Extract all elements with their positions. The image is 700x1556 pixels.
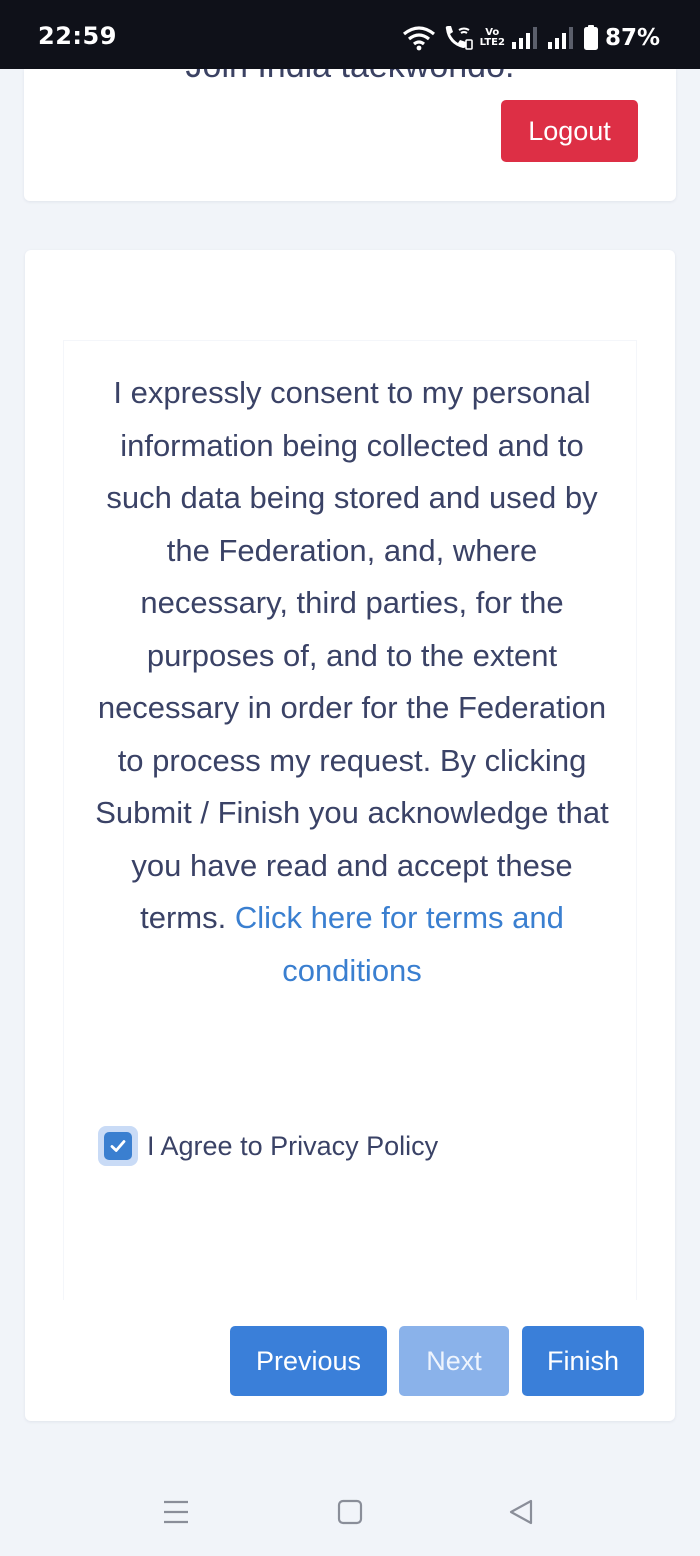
volte-label-bottom: LTE2 bbox=[479, 37, 505, 48]
status-time: 22:59 bbox=[38, 22, 117, 50]
battery-percent: 87% bbox=[604, 25, 660, 51]
agree-checkbox[interactable] bbox=[98, 1126, 138, 1166]
check-icon bbox=[110, 1140, 126, 1152]
home-icon[interactable] bbox=[337, 1498, 363, 1526]
status-bar: 22:59 Vo LTE2 87% bbox=[0, 0, 700, 69]
status-icons: Vo LTE2 87% bbox=[402, 22, 660, 54]
profile-card: Join India taekwondo. Logout bbox=[24, 69, 676, 201]
logout-button[interactable]: Logout bbox=[501, 100, 638, 162]
checkbox-fill bbox=[104, 1132, 132, 1160]
consent-card: I expressly consent to my personal infor… bbox=[25, 250, 675, 1421]
agree-row[interactable]: I Agree to Privacy Policy bbox=[98, 1126, 438, 1166]
volte-icon: Vo LTE2 bbox=[480, 28, 505, 48]
wifi-call-icon bbox=[445, 26, 473, 50]
agree-label[interactable]: I Agree to Privacy Policy bbox=[147, 1131, 438, 1162]
consent-text: I expressly consent to my personal infor… bbox=[92, 367, 612, 997]
system-nav-bar bbox=[0, 1470, 700, 1556]
previous-button[interactable]: Previous bbox=[230, 1326, 387, 1396]
battery-icon bbox=[583, 25, 598, 50]
wifi-icon bbox=[402, 26, 435, 51]
back-icon[interactable] bbox=[508, 1498, 534, 1526]
consent-body: I expressly consent to my personal infor… bbox=[95, 375, 609, 935]
consent-panel: I expressly consent to my personal infor… bbox=[63, 340, 637, 1300]
finish-button[interactable]: Finish bbox=[522, 1326, 644, 1396]
menu-icon[interactable] bbox=[163, 1498, 189, 1526]
welcome-text: Join India taekwondo. bbox=[24, 69, 676, 86]
next-button[interactable]: Next bbox=[399, 1326, 509, 1396]
signal-icon bbox=[511, 27, 537, 49]
terms-link[interactable]: Click here for terms and conditions bbox=[235, 900, 564, 988]
signal-icon bbox=[547, 27, 573, 49]
